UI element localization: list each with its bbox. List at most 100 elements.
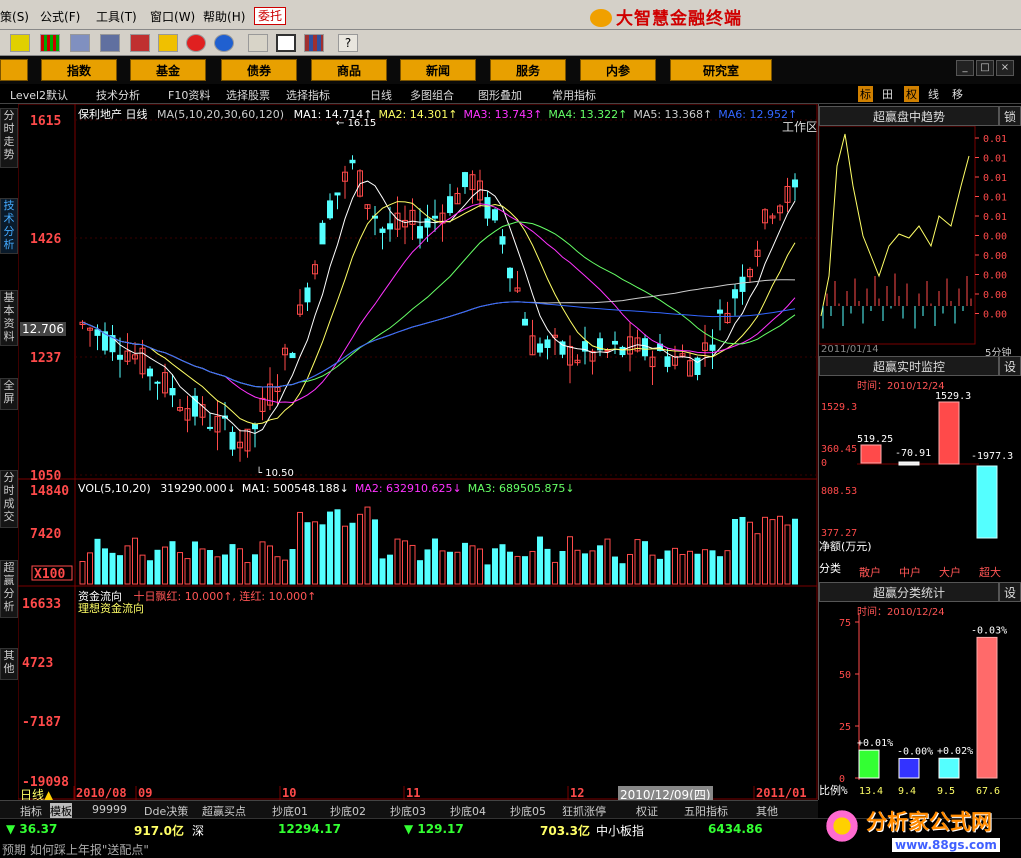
stat-axis-label: 25 bbox=[839, 722, 851, 733]
monitor-axis-label: 1529.3 bbox=[821, 402, 857, 413]
volume-bar bbox=[177, 552, 183, 585]
maximize-icon[interactable]: □ bbox=[976, 60, 994, 76]
volume-bar bbox=[94, 538, 101, 585]
nav-insider[interactable]: 内参 bbox=[580, 59, 656, 81]
bottom-tab-6[interactable]: 抄底02 bbox=[330, 803, 366, 819]
volume-bar bbox=[274, 556, 281, 585]
ma-line-20 bbox=[82, 203, 796, 404]
class-label: 分类 bbox=[819, 562, 841, 575]
candle-body bbox=[304, 287, 311, 303]
side-tab-intraday[interactable]: 分时走势 bbox=[0, 108, 18, 168]
bottom-tab-13[interactable]: 其他 bbox=[756, 803, 778, 819]
flow-bar bbox=[328, 624, 332, 688]
subbar-level2[interactable]: Level2默认 bbox=[10, 87, 68, 103]
menu-help[interactable]: 帮助(H) bbox=[203, 8, 245, 25]
main-chart-area[interactable]: 1615142612371050 148407420X100 166334723… bbox=[18, 104, 818, 800]
right-tab-line[interactable]: 线 bbox=[928, 86, 939, 102]
bottom-tab-11[interactable]: 权证 bbox=[636, 803, 658, 819]
monitor-settings-button[interactable]: 设 bbox=[999, 356, 1021, 376]
diamond-icon[interactable] bbox=[158, 34, 178, 52]
print-icon[interactable] bbox=[248, 34, 268, 52]
kline-icon[interactable] bbox=[10, 34, 30, 52]
binoculars-icon[interactable] bbox=[70, 34, 90, 52]
globe-icon[interactable] bbox=[214, 34, 234, 52]
side-tab-chaoying[interactable]: 超赢分析 bbox=[0, 560, 18, 618]
volume-bar bbox=[252, 554, 258, 585]
bottom-tab-1[interactable]: 模板 bbox=[50, 803, 72, 819]
volume-bar bbox=[162, 546, 168, 585]
sme-label[interactable]: 中小板指 bbox=[596, 822, 644, 839]
side-tab-technical[interactable]: 技术分析 bbox=[0, 198, 18, 254]
nav-fund[interactable]: 基金 bbox=[130, 59, 206, 81]
price-tick-label: 1615 bbox=[30, 114, 61, 129]
right-tab-right[interactable]: 权 bbox=[904, 86, 919, 102]
volume-bars-icon[interactable] bbox=[40, 34, 60, 52]
menu-strategy[interactable]: 策(S) bbox=[0, 8, 29, 25]
trend-lock-button[interactable]: 锁 bbox=[999, 106, 1021, 126]
flow-bar bbox=[486, 688, 489, 706]
candle-body bbox=[417, 226, 423, 239]
subbar-select-indicator[interactable]: 选择指标 bbox=[286, 87, 330, 103]
sz-label[interactable]: 深 bbox=[192, 822, 204, 839]
bottom-tab-2[interactable]: 99999 bbox=[92, 803, 127, 816]
volume-bar bbox=[589, 550, 596, 585]
trend-axis-label: 0.01 bbox=[983, 154, 1007, 165]
books-icon[interactable] bbox=[304, 34, 324, 52]
side-tab-other[interactable]: 其他 bbox=[0, 648, 18, 680]
subbar-period[interactable]: 日线 bbox=[370, 87, 392, 103]
side-tab-fullscreen[interactable]: 全屏 bbox=[0, 378, 18, 410]
subbar-multi-chart[interactable]: 多图组合 bbox=[410, 87, 454, 103]
nav-index[interactable]: 指数 bbox=[41, 59, 117, 81]
volume-bar bbox=[372, 519, 378, 585]
menu-window[interactable]: 窗口(W) bbox=[150, 8, 195, 25]
right-tab-move[interactable]: 移 bbox=[952, 86, 963, 102]
subbar-technical[interactable]: 技术分析 bbox=[96, 87, 140, 103]
people-icon[interactable] bbox=[100, 34, 120, 52]
nav-service[interactable]: 服务 bbox=[490, 59, 566, 81]
help-cursor-icon[interactable]: ? bbox=[338, 34, 358, 52]
bottom-tab-10[interactable]: 狂抓涨停 bbox=[562, 803, 606, 819]
right-tab-mark[interactable]: 标 bbox=[858, 86, 873, 102]
flow-bar bbox=[208, 688, 212, 704]
nav-research[interactable]: 研究室 bbox=[670, 59, 772, 81]
volume-values: 319290.000↓ MA1: 500548.188↓ MA2: 632910.6… bbox=[154, 482, 574, 495]
news-ticker-text[interactable]: 预期 如何踩上年报"送配点" bbox=[2, 841, 149, 858]
flow-bar bbox=[156, 685, 159, 688]
flag-icon[interactable] bbox=[130, 34, 150, 52]
flow-bar bbox=[403, 680, 407, 688]
volume-bar bbox=[147, 560, 153, 585]
subbar-select-stock[interactable]: 选择股票 bbox=[226, 87, 270, 103]
volume-bar bbox=[154, 549, 161, 585]
volume-bar bbox=[244, 562, 251, 585]
nav-commodity[interactable]: 商品 bbox=[311, 59, 387, 81]
side-tab-trades[interactable]: 分时成交 bbox=[0, 470, 18, 528]
window-icon[interactable] bbox=[276, 34, 296, 52]
nav-left-edge[interactable] bbox=[0, 59, 28, 81]
bottom-tab-0[interactable]: 指标 bbox=[20, 803, 42, 819]
stat-settings-button[interactable]: 设 bbox=[999, 582, 1021, 602]
monitor-value-label: 1529.3 bbox=[935, 391, 971, 402]
menu-tools[interactable]: 工具(T) bbox=[96, 8, 137, 25]
nav-bond[interactable]: 债券 bbox=[221, 59, 297, 81]
menu-formula[interactable]: 公式(F) bbox=[40, 8, 80, 25]
bottom-tab-4[interactable]: 超赢买点 bbox=[202, 803, 246, 819]
minimize-icon[interactable]: _ bbox=[956, 60, 974, 76]
bottom-tab-7[interactable]: 抄底03 bbox=[390, 803, 426, 819]
close-icon[interactable]: × bbox=[996, 60, 1014, 76]
subbar-common-indicator[interactable]: 常用指标 bbox=[552, 87, 596, 103]
bottom-tab-12[interactable]: 五阳指标 bbox=[684, 803, 728, 819]
side-tab-fundamentals[interactable]: 基本资料 bbox=[0, 290, 18, 346]
volume-bar bbox=[132, 537, 138, 585]
nav-news[interactable]: 新闻 bbox=[400, 59, 476, 81]
fire-icon[interactable] bbox=[186, 34, 206, 52]
subbar-f10[interactable]: F10资料 bbox=[168, 87, 210, 103]
bottom-tab-9[interactable]: 抄底05 bbox=[510, 803, 546, 819]
candle-body bbox=[349, 159, 356, 164]
delegate-button[interactable]: 委托 bbox=[254, 7, 286, 25]
bottom-tab-3[interactable]: Dde决策 bbox=[144, 803, 188, 819]
right-tab-grid[interactable]: 田 bbox=[882, 86, 893, 102]
subbar-overlay[interactable]: 图形叠加 bbox=[478, 87, 522, 103]
candle-body bbox=[229, 431, 236, 450]
bottom-tab-5[interactable]: 抄底01 bbox=[272, 803, 308, 819]
bottom-tab-8[interactable]: 抄底04 bbox=[450, 803, 486, 819]
